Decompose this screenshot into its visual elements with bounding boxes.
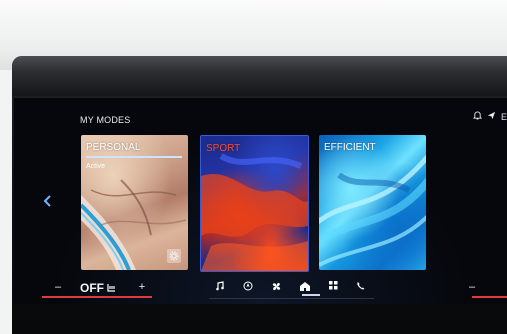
home-icon[interactable] — [297, 281, 313, 292]
temp-down-button[interactable]: – — [52, 281, 64, 293]
mode-card-personal[interactable]: PERSONAL Active — [81, 135, 188, 270]
left-heat-bar — [42, 296, 152, 298]
mode-label: EFFICIENT — [324, 142, 376, 153]
chevron-left-icon — [43, 195, 51, 207]
right-temp-down-button[interactable]: – — [466, 281, 478, 293]
bottom-bar: – OFF + – — [14, 276, 507, 304]
notification-icon[interactable] — [472, 111, 483, 122]
status-letter: E — [500, 111, 507, 122]
settings-gear-icon[interactable] — [167, 249, 181, 263]
home-active-indicator — [302, 294, 320, 296]
apps-icon[interactable] — [326, 281, 340, 290]
back-button[interactable] — [39, 192, 57, 210]
mode-label: PERSONAL — [86, 142, 141, 153]
navigation-arrow-icon — [487, 111, 496, 122]
navigation-icon[interactable] — [241, 281, 255, 291]
infotainment-screen: MY MODES E PERSONAL Active SPORT EFFICIE… — [14, 98, 507, 304]
page-title: MY MODES — [80, 115, 131, 125]
climate-value[interactable]: OFF — [80, 281, 118, 295]
mode-status: Active — [86, 163, 106, 170]
status-bar: E — [472, 111, 507, 122]
music-icon[interactable] — [213, 281, 227, 291]
sport-artwork — [201, 153, 308, 271]
phone-icon[interactable] — [354, 281, 368, 291]
selected-indicator — [86, 156, 182, 158]
climate-off-text: OFF — [80, 281, 104, 295]
fan-icon[interactable] — [269, 281, 283, 292]
seat-heat-icon — [107, 283, 115, 292]
mode-card-efficient[interactable]: EFFICIENT — [319, 135, 426, 270]
mode-label: SPORT — [206, 143, 241, 154]
dock-divider — [209, 298, 374, 299]
mode-card-sport[interactable]: SPORT — [200, 135, 309, 272]
display-bezel-top — [12, 56, 507, 96]
temp-up-button[interactable]: + — [136, 281, 148, 293]
efficient-artwork — [319, 154, 426, 267]
right-heat-bar — [472, 296, 507, 298]
